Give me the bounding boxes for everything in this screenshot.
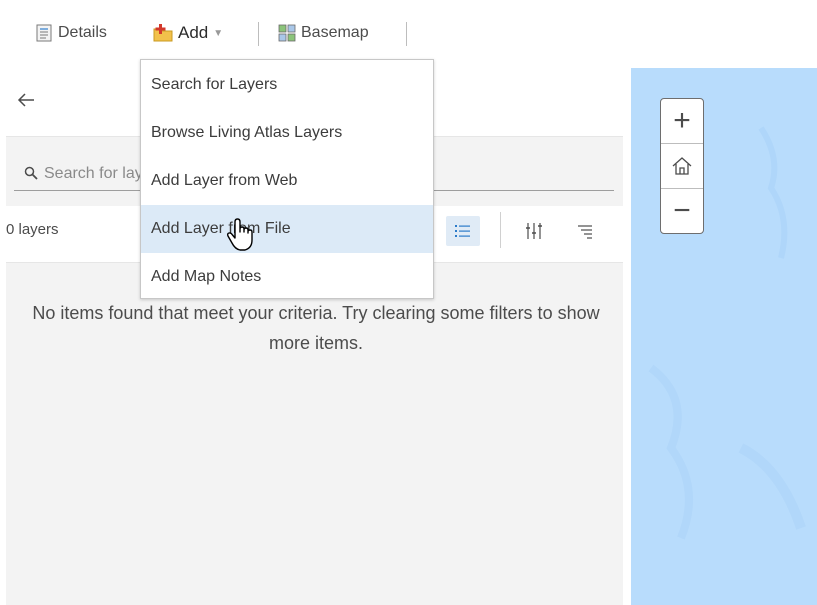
chevron-down-icon: ▼ xyxy=(213,27,224,39)
add-button[interactable]: Add ▼ xyxy=(152,20,223,46)
toolbar-divider xyxy=(406,22,407,46)
map-texture xyxy=(648,126,806,540)
top-toolbar: Details Add ▼ Basemap xyxy=(0,0,817,68)
basemap-label: Basemap xyxy=(301,24,369,41)
basemap-button[interactable]: Basemap xyxy=(277,20,369,46)
zoom-out-button[interactable]: − xyxy=(661,189,703,233)
empty-results-message: No items found that meet your criteria. … xyxy=(32,303,600,353)
toolbar-divider xyxy=(258,22,259,46)
add-label: Add xyxy=(178,23,209,42)
menu-item-add-layer-from-file[interactable]: Add Layer from File xyxy=(141,205,433,253)
details-label: Details xyxy=(58,24,107,41)
details-button[interactable]: Details xyxy=(34,20,107,46)
add-icon xyxy=(153,24,173,42)
details-icon xyxy=(36,24,52,42)
menu-item-search-for-layers[interactable]: Search for Layers xyxy=(141,61,433,109)
home-icon xyxy=(672,157,692,175)
list-view-button[interactable] xyxy=(446,216,480,246)
filter-icon xyxy=(526,223,542,239)
filter-button[interactable] xyxy=(517,216,551,246)
zoom-in-button[interactable]: + xyxy=(661,99,703,144)
menu-item-browse-living-atlas[interactable]: Browse Living Atlas Layers xyxy=(141,109,433,157)
list-view-icon xyxy=(455,225,470,237)
home-button[interactable] xyxy=(661,144,703,189)
sort-icon xyxy=(578,225,592,239)
map-view[interactable] xyxy=(631,68,817,605)
back-arrow-icon[interactable] xyxy=(14,88,38,112)
layer-count: 0 layers xyxy=(6,221,59,238)
menu-item-add-map-notes[interactable]: Add Map Notes xyxy=(141,253,433,301)
menu-item-add-layer-from-web[interactable]: Add Layer from Web xyxy=(141,157,433,205)
search-icon xyxy=(24,166,38,180)
zoom-control: + − xyxy=(660,98,704,234)
basemap-icon xyxy=(278,24,296,42)
add-dropdown-menu: Search for Layers Browse Living Atlas La… xyxy=(140,59,434,299)
view-divider xyxy=(500,212,501,248)
sort-button[interactable] xyxy=(568,216,602,246)
